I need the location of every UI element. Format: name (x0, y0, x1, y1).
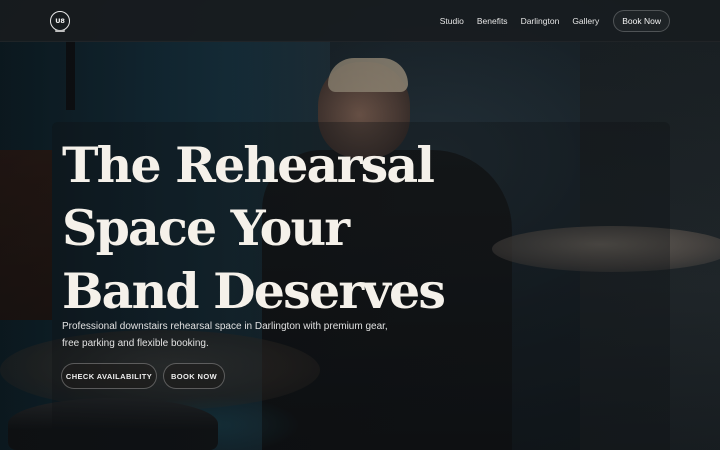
navbar: U8 Studio Benefits Darlington Gallery Bo… (0, 0, 720, 42)
logo-text: U8 (55, 17, 65, 25)
nav-link-darlington[interactable]: Darlington (521, 16, 560, 26)
book-now-button[interactable]: BOOK NOW (163, 363, 225, 389)
hero-buttons: CHECK AVAILABILITY BOOK NOW (61, 363, 225, 389)
headline-line-3: Band Deserves (62, 262, 446, 320)
subtitle-line-1: Professional downstairs rehearsal space … (62, 321, 388, 332)
hero-subtitle: Professional downstairs rehearsal space … (62, 318, 422, 352)
check-availability-button[interactable]: CHECK AVAILABILITY (61, 363, 157, 389)
nav-link-gallery[interactable]: Gallery (572, 16, 599, 26)
hero-headline: The Rehearsal Space Your Band Deserves (62, 134, 482, 323)
book-now-nav-button[interactable]: Book Now (613, 10, 670, 32)
headline-line-2: Space Your (62, 199, 350, 257)
nav-link-studio[interactable]: Studio (440, 16, 464, 26)
nav-link-benefits[interactable]: Benefits (477, 16, 508, 26)
subtitle-line-2: free parking and flexible booking. (62, 338, 209, 349)
headline-line-1: The Rehearsal (62, 136, 435, 194)
nav-links: Studio Benefits Darlington Gallery Book … (427, 10, 670, 32)
logo[interactable]: U8 (50, 11, 70, 31)
logo-underline-icon (55, 30, 65, 32)
